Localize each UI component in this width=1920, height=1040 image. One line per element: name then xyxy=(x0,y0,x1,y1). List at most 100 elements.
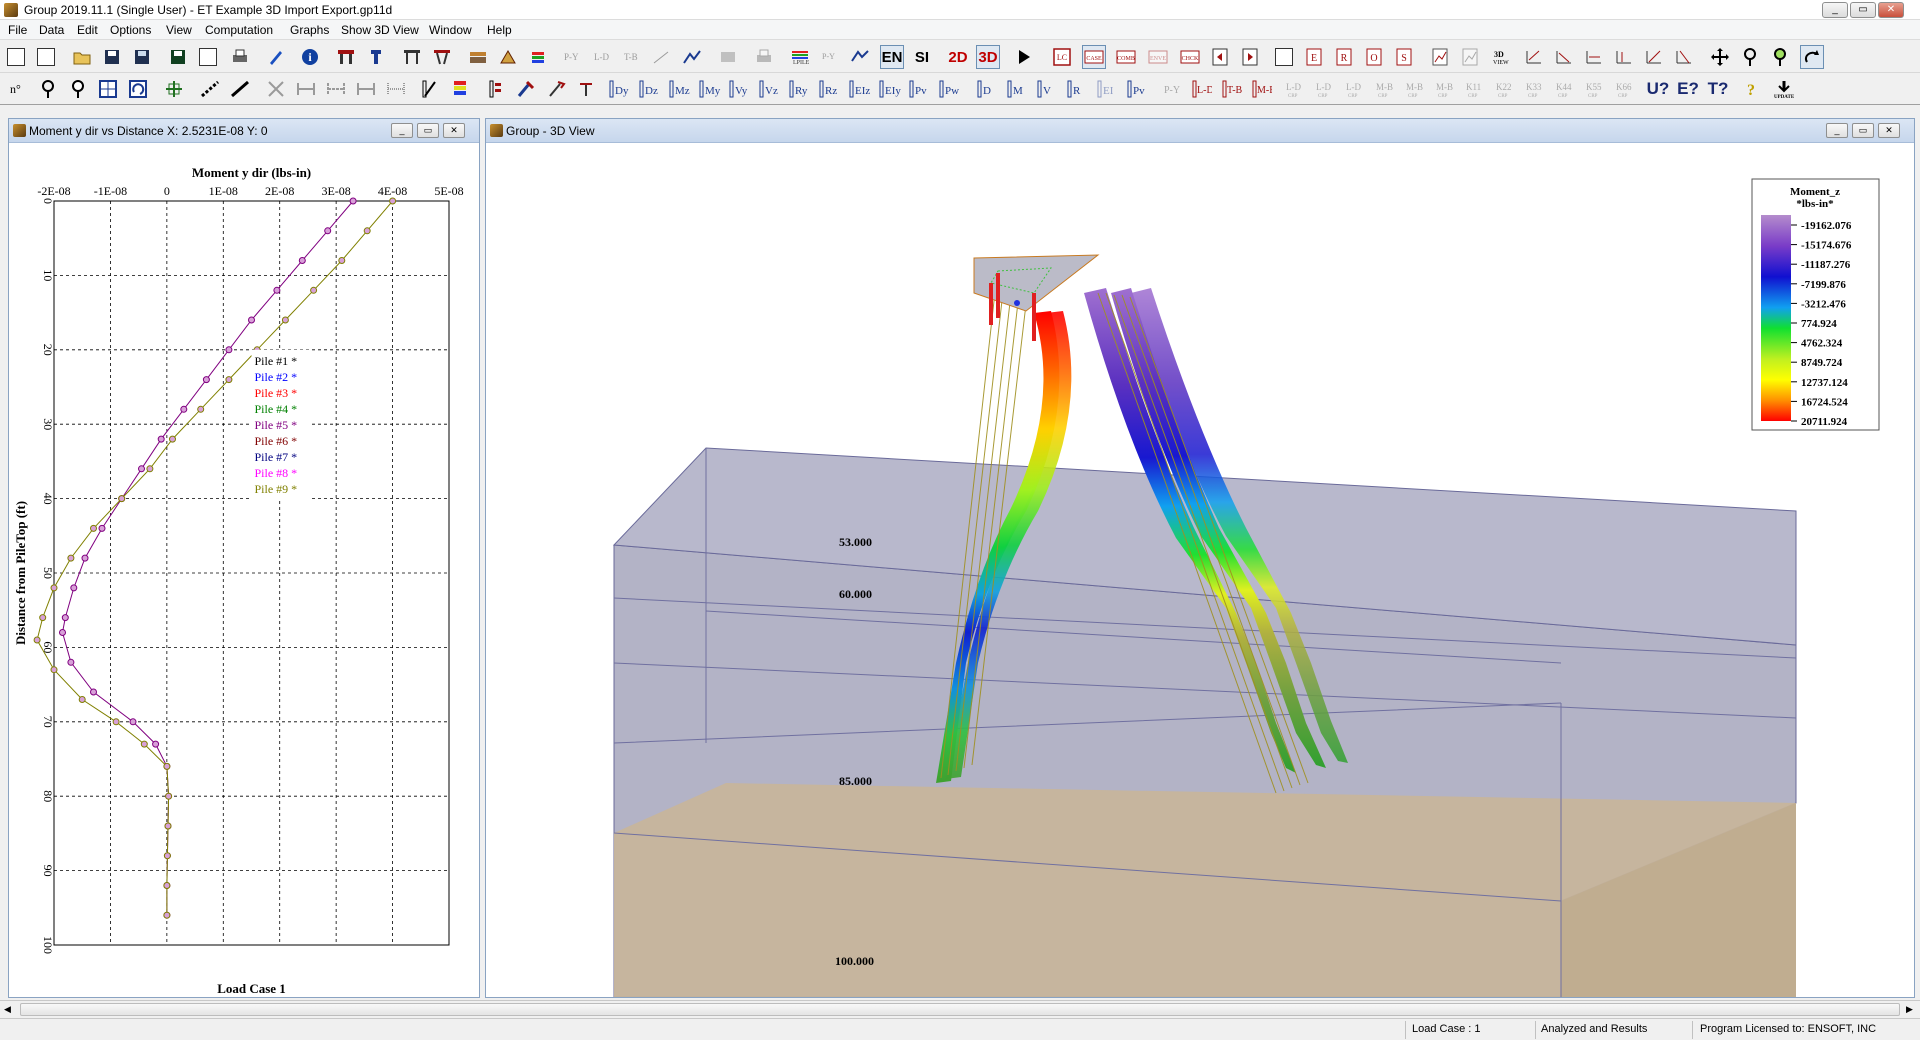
refresh-icon[interactable] xyxy=(126,77,150,101)
help-u-button[interactable]: U? xyxy=(1646,77,1670,101)
maximize-button[interactable]: ▭ xyxy=(1850,2,1876,18)
push-pile-2-icon[interactable] xyxy=(574,77,598,101)
o-report-icon[interactable]: O xyxy=(1362,45,1386,69)
slash-icon[interactable] xyxy=(418,77,442,101)
pan-icon[interactable] xyxy=(1708,45,1732,69)
crp-mb3-icon[interactable]: M-B CRP xyxy=(1432,77,1456,101)
solid-line-icon[interactable] xyxy=(228,77,252,101)
crp-ld2-icon[interactable]: L-D CRP xyxy=(1312,77,1336,101)
new-file-icon[interactable] xyxy=(4,45,28,69)
close-button[interactable]: ✕ xyxy=(1878,2,1904,18)
new-template-icon[interactable] xyxy=(34,45,58,69)
push-pile-icon[interactable] xyxy=(544,77,568,101)
scroll-left-icon[interactable]: ◀ xyxy=(4,1004,11,1015)
crp-ld-icon[interactable]: L-D CRP xyxy=(1282,77,1306,101)
rotate-yx-icon[interactable] xyxy=(1612,45,1636,69)
print-preview-icon[interactable] xyxy=(752,45,776,69)
soil-properties-icon[interactable] xyxy=(496,45,520,69)
result-pv2-icon[interactable]: Pv xyxy=(1124,77,1148,101)
edit-data-icon[interactable] xyxy=(264,45,288,69)
export-icon[interactable] xyxy=(166,45,190,69)
result-ry-icon[interactable]: Ry xyxy=(788,77,812,101)
pile-head-icon[interactable] xyxy=(514,77,538,101)
envelope-icon[interactable]: ENVE xyxy=(1146,45,1170,69)
case-icon[interactable]: CASE xyxy=(1082,45,1106,69)
update-icon[interactable]: UPDATE xyxy=(1772,77,1796,101)
graph-window-maximize-button[interactable]: ▭ xyxy=(417,123,439,138)
scroll-right-icon[interactable]: ▶ xyxy=(1906,1004,1913,1015)
previous-icon[interactable] xyxy=(1208,45,1232,69)
crp-ld3-icon[interactable]: L-D CRP xyxy=(1342,77,1366,101)
tb-set-icon[interactable]: T-B xyxy=(620,45,644,69)
dim-h4-icon[interactable] xyxy=(384,77,408,101)
units-si-button[interactable]: SI xyxy=(910,45,934,69)
notes-icon[interactable] xyxy=(196,45,220,69)
crp-k44-icon[interactable]: K44 CRP xyxy=(1552,77,1576,101)
result-pv-icon[interactable]: Pv xyxy=(908,77,932,101)
result-eiy-icon[interactable]: EIy xyxy=(878,77,902,101)
lpile-color-icon[interactable]: LPILE xyxy=(788,45,812,69)
menu-edit[interactable]: Edit xyxy=(77,23,98,37)
save-icon[interactable] xyxy=(100,45,124,69)
rotate-xy-icon[interactable] xyxy=(1522,45,1546,69)
graph-window-close-button[interactable]: ✕ xyxy=(443,123,465,138)
help-e-button[interactable]: E? xyxy=(1676,77,1700,101)
units-english-button[interactable]: EN xyxy=(880,45,904,69)
result-dz-icon[interactable]: Dz xyxy=(638,77,662,101)
result-rz-icon[interactable]: Rz xyxy=(818,77,842,101)
crp-mb2-icon[interactable]: M-B CRP xyxy=(1402,77,1426,101)
dashed-line-icon[interactable] xyxy=(198,77,222,101)
result-r-icon[interactable]: R xyxy=(1064,77,1088,101)
help-question-icon[interactable]: ? xyxy=(1740,77,1764,101)
grid-icon[interactable] xyxy=(96,77,120,101)
view3d-window-close-button[interactable]: ✕ xyxy=(1878,123,1900,138)
curve-ld-icon[interactable]: L-D xyxy=(1190,77,1214,101)
graph-report-icon[interactable] xyxy=(1428,45,1452,69)
graph-window-minimize-button[interactable]: _ xyxy=(391,123,413,138)
soil-layer-icon[interactable] xyxy=(466,45,490,69)
view-2d-button[interactable]: 2D xyxy=(946,45,970,69)
menu-computation[interactable]: Computation xyxy=(205,23,273,37)
result-eiz-icon[interactable]: EIz xyxy=(848,77,872,101)
3d-view-icon[interactable]: 3D VIEW xyxy=(1490,45,1514,69)
info-icon[interactable]: i xyxy=(298,45,322,69)
view-3d-button[interactable]: 3D xyxy=(976,45,1000,69)
menu-show-3d-view[interactable]: Show 3D View xyxy=(341,23,419,37)
menu-help[interactable]: Help xyxy=(487,23,512,37)
curve-mb-icon[interactable]: M-B xyxy=(1250,77,1274,101)
curve-tb-icon[interactable]: T-B xyxy=(1220,77,1244,101)
open-folder-icon[interactable] xyxy=(70,45,94,69)
menu-window[interactable]: Window xyxy=(429,23,472,37)
3d-viewport[interactable]: 53.000 60.000 85.000 100.000 Moment_z *l… xyxy=(486,143,1914,997)
lpile-py-icon[interactable]: P-Y xyxy=(818,45,842,69)
scroll-thumb[interactable] xyxy=(20,1003,1900,1016)
crp-k66-icon[interactable]: K66 CRP xyxy=(1612,77,1636,101)
dim-h2-icon[interactable] xyxy=(324,77,348,101)
curve-py-icon[interactable]: P-Y xyxy=(1160,77,1184,101)
result-vy-icon[interactable]: Vy xyxy=(728,77,752,101)
report-icon[interactable] xyxy=(1272,45,1296,69)
crp-k55-icon[interactable]: K55 CRP xyxy=(1582,77,1606,101)
menu-graphs[interactable]: Graphs xyxy=(290,23,329,37)
result-m-icon[interactable]: M xyxy=(1004,77,1028,101)
dim-h-icon[interactable] xyxy=(294,77,318,101)
moment-chart[interactable]: Moment y dir (lbs-in) -2E-08 -1E-08 0 1E-08 2… xyxy=(9,143,479,997)
result-d-icon[interactable]: D xyxy=(974,77,998,101)
rotate-zy-icon[interactable] xyxy=(1642,45,1666,69)
print-icon[interactable] xyxy=(228,45,252,69)
check-icon[interactable]: CHCK xyxy=(1178,45,1202,69)
soil-chart-icon[interactable] xyxy=(680,45,704,69)
help-t-button[interactable]: T? xyxy=(1706,77,1730,101)
e-report-icon[interactable]: E xyxy=(1302,45,1326,69)
ld-set-icon[interactable]: L-D xyxy=(590,45,614,69)
rotate-view-icon[interactable] xyxy=(1800,45,1824,69)
zoom-green-icon[interactable] xyxy=(1768,45,1792,69)
graph-report-2-icon[interactable] xyxy=(1458,45,1482,69)
result-pw-icon[interactable]: Pw xyxy=(938,77,962,101)
view3d-window-maximize-button[interactable]: ▭ xyxy=(1852,123,1874,138)
result-ei-icon[interactable]: EI xyxy=(1094,77,1118,101)
pile-icon[interactable] xyxy=(364,45,388,69)
save-as-icon[interactable] xyxy=(130,45,154,69)
result-v-icon[interactable]: V xyxy=(1034,77,1058,101)
result-my-icon[interactable]: My xyxy=(698,77,722,101)
